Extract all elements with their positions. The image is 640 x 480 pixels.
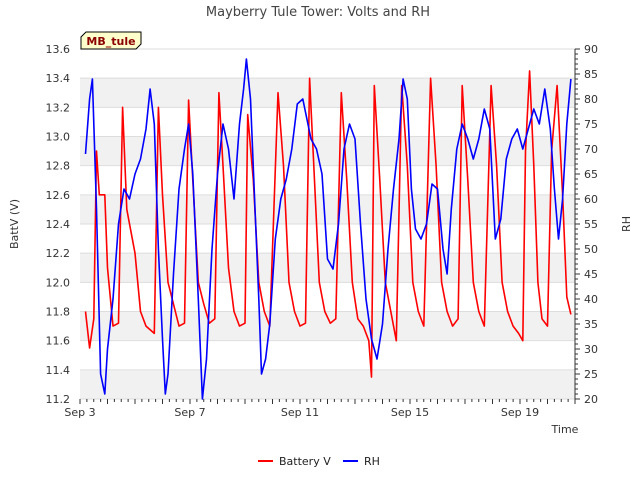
plot-band	[80, 78, 575, 108]
y-left-tick-label: 12.6	[46, 189, 71, 202]
y-right-tick-label: 25	[584, 368, 598, 381]
badge-label: MB_tule	[86, 35, 135, 48]
chart-title: Mayberry Tule Tower: Volts and RH	[206, 5, 430, 20]
y-right-tick-label: 90	[584, 43, 598, 56]
y-right-tick-label: 40	[584, 293, 598, 306]
x-tick-label: Sep 3	[64, 406, 95, 419]
x-tick-label: Sep 15	[391, 406, 429, 419]
x-tick-label: Sep 19	[501, 406, 539, 419]
x-axis-label: Time	[551, 423, 579, 436]
y-left-tick-label: 11.8	[46, 306, 71, 319]
y-left-tick-label: 12.2	[46, 247, 71, 260]
legend-label-rh: RH	[364, 455, 380, 468]
y-left-tick-label: 12.4	[46, 218, 71, 231]
y-left-tick-label: 11.2	[46, 393, 71, 406]
y-axis-right-label: RH	[620, 216, 633, 232]
y-right-tick-label: 45	[584, 268, 598, 281]
y-left-tick-label: 12.8	[46, 160, 71, 173]
y-right-tick-label: 60	[584, 193, 598, 206]
legend-label-battery-v: Battery V	[279, 455, 331, 468]
y-left-tick-label: 13.0	[46, 131, 71, 144]
plot-band	[80, 369, 575, 399]
y-right-tick-label: 35	[584, 318, 598, 331]
y-right-tick-label: 85	[584, 68, 598, 81]
y-left-tick-label: 11.6	[46, 335, 71, 348]
y-left-tick-label: 12.0	[46, 276, 71, 289]
y-left-tick-label: 11.4	[46, 364, 71, 377]
y-left-tick-label: 13.4	[46, 72, 71, 85]
y-right-tick-label: 30	[584, 343, 598, 356]
y-right-tick-label: 70	[584, 143, 598, 156]
x-tick-label: Sep 7	[174, 406, 205, 419]
y-right-tick-label: 55	[584, 218, 598, 231]
y-left-tick-label: 13.2	[46, 101, 71, 114]
chart: 11.2 11.4 11.6 11.8 12.0 12.2 12.4 12.6 12.8 13.0…	[8, 5, 633, 468]
x-tick-label: Sep 11	[281, 406, 319, 419]
series-layer	[84, 58, 572, 400]
badge: MB_tule	[80, 31, 142, 50]
legend: Battery V RH	[258, 455, 380, 468]
y-left-tick-label: 13.6	[46, 43, 71, 56]
y-right-tick-label: 20	[584, 393, 598, 406]
y-right-tick-label: 80	[584, 93, 598, 106]
y-right-tick-label: 50	[584, 243, 598, 256]
y-right-tick-label: 75	[584, 118, 598, 131]
y-axis-left-label: BattV (V)	[8, 199, 21, 249]
y-right-tick-label: 65	[584, 168, 598, 181]
